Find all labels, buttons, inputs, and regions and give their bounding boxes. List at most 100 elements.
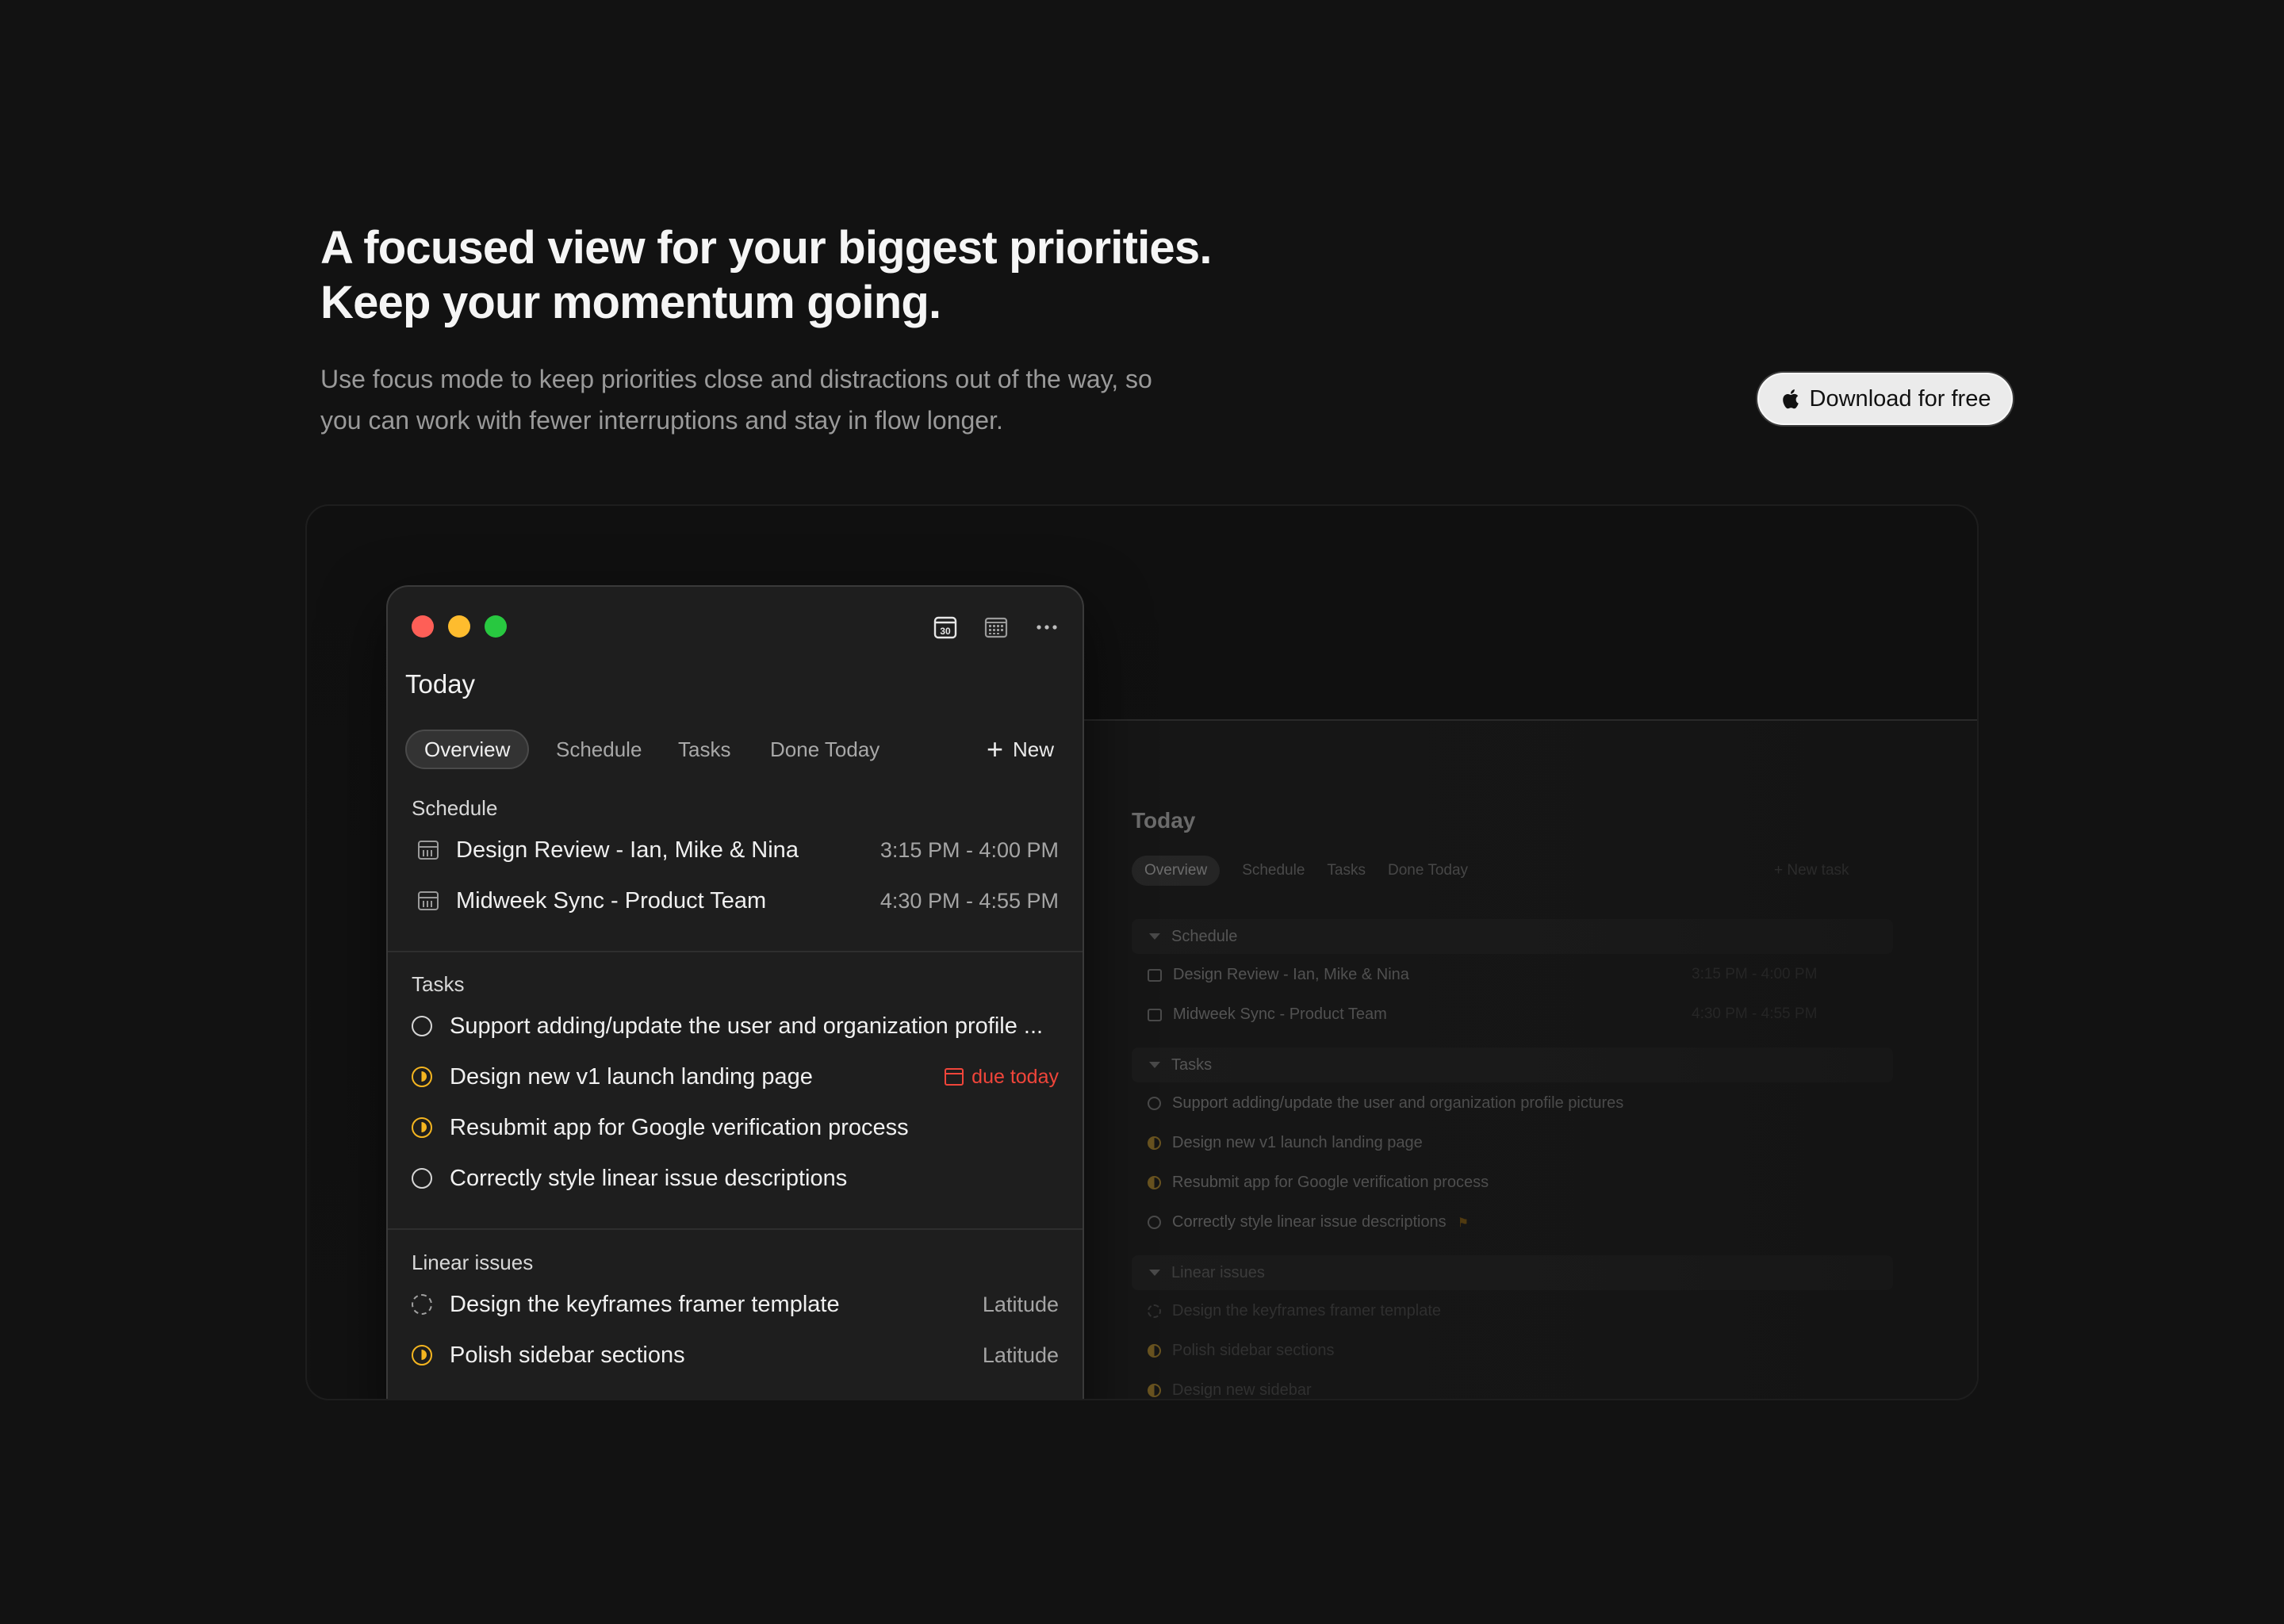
- bg-task-title: Support adding/update the user and organ…: [1172, 1094, 1624, 1112]
- calendar-grid-icon: [984, 617, 1008, 638]
- issue-team: Latitude: [982, 1342, 1059, 1367]
- task-row[interactable]: Design new v1 launch landing page due to…: [412, 1057, 1059, 1097]
- bg-tab-done-today[interactable]: Done Today: [1388, 862, 1468, 879]
- schedule-time: 4:30 PM - 4:55 PM: [879, 888, 1059, 913]
- bg-new-task-button[interactable]: + New task: [1774, 862, 1849, 879]
- bg-schedule-row[interactable]: Midweek Sync - Product Team: [1148, 1005, 1387, 1024]
- linear-issue-row[interactable]: Polish sidebar sections Latitude: [412, 1335, 1059, 1375]
- bg-section-tasks[interactable]: Tasks: [1132, 1048, 1893, 1082]
- bg-task-row[interactable]: Support adding/update the user and organ…: [1148, 1094, 1623, 1113]
- download-label: Download for free: [1809, 385, 1991, 412]
- bg-title: Today: [1132, 808, 1196, 833]
- due-badge: due today: [945, 1066, 1059, 1089]
- tab-bar: Overview Schedule Tasks Done Today + New: [405, 730, 1068, 769]
- todo-circle-icon: [1148, 1097, 1161, 1110]
- schedule-time: 3:15 PM - 4:00 PM: [879, 837, 1059, 862]
- flag-icon: ⚑: [1457, 1216, 1470, 1230]
- task-row[interactable]: Correctly style linear issue description…: [412, 1159, 1059, 1198]
- zoom-window-button[interactable]: [485, 615, 507, 638]
- plus-icon: +: [986, 733, 1003, 765]
- section-label-schedule: Schedule: [412, 796, 498, 820]
- in-progress-icon: [1148, 1176, 1161, 1189]
- bg-linear-row[interactable]: Design new sidebar: [1148, 1381, 1312, 1399]
- todo-circle-icon[interactable]: [412, 1016, 432, 1036]
- bg-tab-schedule[interactable]: Schedule: [1242, 862, 1305, 879]
- tab-tasks[interactable]: Tasks: [661, 730, 748, 769]
- bg-schedule-title: Design Review - Ian, Mike & Nina: [1173, 966, 1409, 983]
- background-app-window: Today Overview Schedule Tasks Done Today…: [1083, 719, 1977, 1399]
- bg-tabs: Overview Schedule Tasks Done Today: [1132, 856, 1468, 886]
- bg-schedule-time: 3:15 PM - 4:00 PM: [1692, 966, 1818, 982]
- calendar-grid-button[interactable]: [984, 615, 1008, 639]
- calendar-icon: [1148, 968, 1162, 982]
- calendar-icon: [1148, 1008, 1162, 1021]
- schedule-row[interactable]: Midweek Sync - Product Team 4:30 PM - 4:…: [418, 881, 1059, 921]
- in-progress-icon[interactable]: [412, 1117, 432, 1138]
- calendar-day-number: 30: [940, 626, 951, 637]
- bg-task-row[interactable]: Design new v1 launch landing page: [1148, 1134, 1423, 1152]
- due-label: due today: [971, 1065, 1059, 1088]
- calendar-day-icon: 30: [933, 616, 957, 639]
- bg-linear-title: Design new sidebar: [1172, 1381, 1312, 1399]
- download-button[interactable]: Download for free: [1757, 373, 2013, 425]
- page: A focused view for your biggest prioriti…: [0, 0, 2284, 1624]
- section-label-tasks: Tasks: [412, 972, 465, 996]
- todo-circle-icon[interactable]: [412, 1168, 432, 1189]
- issue-title: Polish sidebar sections: [450, 1342, 685, 1368]
- task-title: Correctly style linear issue description…: [450, 1165, 848, 1191]
- focus-window: 30 Today Overview Schedule Tasks Done To…: [386, 585, 1084, 1399]
- issue-title: Design the keyframes framer template: [450, 1291, 840, 1317]
- window-toolbar: 30: [933, 615, 1059, 639]
- apple-icon: [1782, 389, 1799, 409]
- schedule-title: Design Review - Ian, Mike & Nina: [456, 837, 799, 863]
- bg-schedule-row[interactable]: Design Review - Ian, Mike & Nina: [1148, 966, 1409, 984]
- in-progress-icon: [1148, 1136, 1161, 1150]
- schedule-title: Midweek Sync - Product Team: [456, 887, 767, 914]
- in-progress-icon[interactable]: [412, 1067, 432, 1087]
- schedule-row[interactable]: Design Review - Ian, Mike & Nina 3:15 PM…: [418, 830, 1059, 870]
- bg-tab-overview[interactable]: Overview: [1132, 856, 1221, 886]
- more-icon: [1037, 625, 1057, 630]
- section-divider: [388, 951, 1083, 952]
- bg-schedule-title: Midweek Sync - Product Team: [1173, 1005, 1387, 1023]
- close-window-button[interactable]: [412, 615, 434, 638]
- in-progress-icon[interactable]: [412, 1345, 432, 1365]
- due-calendar-icon: [945, 1068, 964, 1086]
- calendar-icon: [418, 840, 439, 860]
- headline: A focused view for your biggest prioriti…: [320, 220, 1669, 330]
- tab-schedule[interactable]: Schedule: [538, 730, 659, 769]
- bg-linear-title: Design the keyframes framer template: [1172, 1302, 1442, 1320]
- task-row[interactable]: Support adding/update the user and organ…: [412, 1006, 1059, 1046]
- linear-issue-row[interactable]: Design the keyframes framer template Lat…: [412, 1285, 1059, 1324]
- bg-linear-row[interactable]: Polish sidebar sections: [1148, 1342, 1335, 1360]
- bg-task-row[interactable]: Correctly style linear issue description…: [1148, 1213, 1469, 1231]
- more-options-button[interactable]: [1035, 615, 1059, 639]
- window-controls: [412, 615, 507, 638]
- bg-schedule-time: 4:30 PM - 4:55 PM: [1692, 1005, 1818, 1022]
- bg-section-schedule[interactable]: Schedule: [1132, 919, 1893, 954]
- task-title: Support adding/update the user and organ…: [450, 1013, 1044, 1039]
- minimize-window-button[interactable]: [448, 615, 470, 638]
- tab-overview[interactable]: Overview: [405, 730, 530, 769]
- bg-linear-row[interactable]: Design the keyframes framer template: [1148, 1302, 1441, 1320]
- subtext: Use focus mode to keep priorities close …: [320, 365, 1152, 435]
- new-button-label: New: [1012, 737, 1054, 761]
- tab-done-today[interactable]: Done Today: [753, 730, 897, 769]
- new-button[interactable]: + New: [987, 730, 1054, 769]
- bg-linear-title: Polish sidebar sections: [1172, 1342, 1335, 1359]
- bg-section-linear[interactable]: Linear issues: [1132, 1255, 1893, 1290]
- bg-tab-tasks[interactable]: Tasks: [1327, 862, 1366, 879]
- task-title: Resubmit app for Google verification pro…: [450, 1114, 909, 1140]
- calendar-icon: [418, 891, 439, 911]
- in-progress-icon: [1148, 1344, 1161, 1358]
- task-row[interactable]: Resubmit app for Google verification pro…: [412, 1108, 1059, 1147]
- calendar-day-button[interactable]: 30: [933, 615, 957, 639]
- backlog-icon[interactable]: [412, 1294, 432, 1315]
- in-progress-icon: [1148, 1384, 1161, 1397]
- headline-line-1: A focused view for your biggest prioriti…: [320, 222, 1212, 274]
- section-divider: [388, 1228, 1083, 1230]
- focus-mode-showcase: Today Overview Schedule Tasks Done Today…: [305, 504, 1979, 1400]
- bg-task-title: Design new v1 launch landing page: [1172, 1134, 1423, 1151]
- bg-task-row[interactable]: Resubmit app for Google verification pro…: [1148, 1174, 1489, 1192]
- backlog-icon: [1148, 1304, 1161, 1318]
